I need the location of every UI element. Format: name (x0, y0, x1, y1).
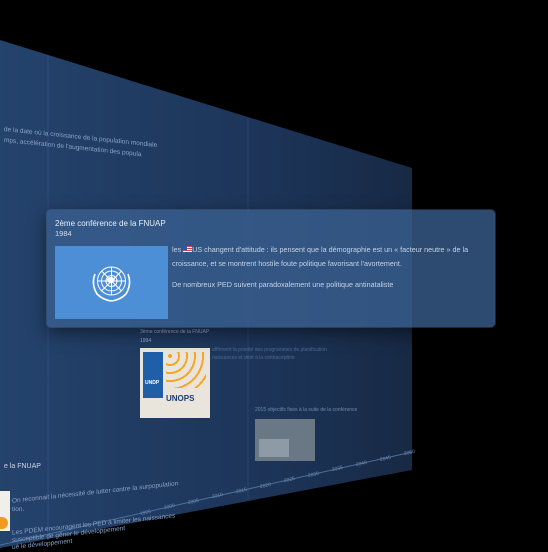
bg-left-logo (0, 491, 10, 531)
un-emblem-icon (92, 266, 131, 302)
unops-label: UNOPS (166, 394, 195, 403)
undp-logo-block: UNDP (143, 352, 163, 398)
bg-entry2-year: 1994 (140, 338, 152, 344)
unops-dots (166, 352, 206, 388)
us-flag-icon (183, 246, 193, 252)
bg-entry2-text-2: naissances et droit à la contraception (212, 355, 295, 361)
bg-left-label: e la FNUAP (4, 463, 41, 470)
focused-event-card[interactable]: 2ème conférence de la FNUAP 1984 les US … (47, 210, 495, 327)
bg-entry2-text-1: affirment la priorité des programmes de … (212, 347, 327, 353)
bg-factory-photo (255, 419, 315, 461)
un-flag-image (55, 246, 168, 319)
card-title: 2ème conférence de la FNUAP (55, 219, 166, 228)
bg-left-text-2: tion. (12, 506, 25, 513)
card-text-main: les US changent d'attitude : ils pensent… (172, 245, 469, 268)
card-year: 1984 (55, 229, 72, 238)
bg-entry2-title: 3ème conférence de la FNUAP (140, 329, 210, 335)
card-text-second: De nombreux PED suivent paradoxalement u… (172, 280, 394, 289)
bg-entry3-text: 2015 objectifs fixés à la suite de la co… (255, 407, 358, 413)
undp-unops-logo: UNDP UNOPS (140, 348, 210, 418)
